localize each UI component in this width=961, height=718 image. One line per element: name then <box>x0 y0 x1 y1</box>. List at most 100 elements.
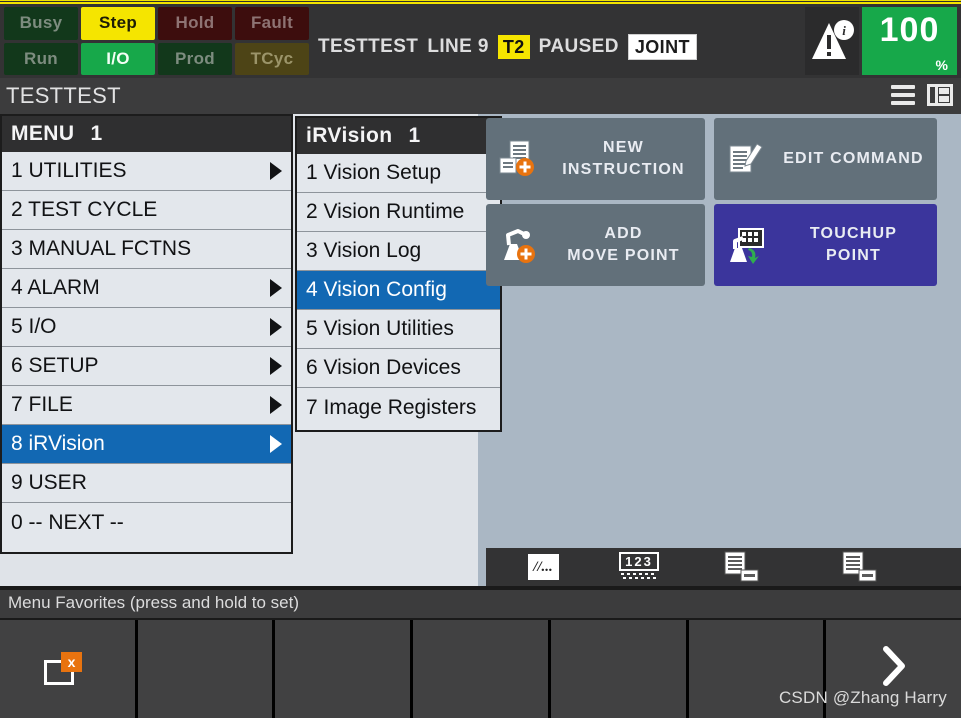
clear-favorite-x-label: x <box>61 652 82 672</box>
add-move-point-label: ADD MOVE POINT <box>548 223 705 267</box>
favorites-row: x CSDN @Zhang Harry <box>0 620 961 718</box>
edit-command-line1: EDIT COMMAND <box>783 150 924 167</box>
menu-item-label: 8 iRVision <box>11 432 105 455</box>
main-body: MENU 1 1 UTILITIES 2 TEST CYCLE 3 MANUAL… <box>0 114 961 586</box>
submenu-item-label: 1 Vision Setup <box>306 161 442 184</box>
menu-item-io[interactable]: 5 I/O <box>2 308 291 347</box>
status-mode-badge: T2 <box>497 35 530 59</box>
chevron-right-icon <box>882 646 905 686</box>
favorite-slot-1[interactable]: x <box>0 620 135 718</box>
speed-override-value: 100 <box>879 11 940 49</box>
numeric-keypad-icon: 123 <box>619 552 659 582</box>
chevron-right-icon <box>270 279 282 297</box>
menu-item-label: 5 I/O <box>11 315 57 338</box>
favorites-label-bar: Menu Favorites (press and hold to set) <box>0 590 961 618</box>
menu-item-test-cycle[interactable]: 2 TEST CYCLE <box>2 191 291 230</box>
chevron-right-icon <box>270 396 282 414</box>
edit-command-label: EDIT COMMAND <box>776 148 937 170</box>
speed-override[interactable]: 100 % <box>862 7 957 75</box>
add-move-point-icon <box>486 224 548 266</box>
submenu-item-label: 6 Vision Devices <box>306 356 461 379</box>
menu-item-label: 4 ALARM <box>11 276 100 299</box>
status-coord-badge[interactable]: JOINT <box>627 34 697 60</box>
insert-line-button[interactable] <box>708 548 778 586</box>
touchup-point-icon <box>714 224 776 266</box>
menu-item-label: 1 UTILITIES <box>11 159 127 182</box>
menu-panel-header: MENU 1 <box>2 116 291 152</box>
touchup-point-label: TOUCHUP POINT <box>776 223 937 267</box>
menu-item-user[interactable]: 9 USER <box>2 464 291 503</box>
title-bar: TESTTEST <box>0 78 961 114</box>
favorite-slot-3[interactable] <box>275 620 411 718</box>
edit-command-icon <box>714 138 776 180</box>
menu-item-label: 7 FILE <box>11 393 73 416</box>
touchup-point-line1: TOUCHUP <box>809 225 898 242</box>
status-led-grid: Busy Step Hold Fault Run I/O Prod TCyc <box>4 7 309 75</box>
menu-item-alarm[interactable]: 4 ALARM <box>2 269 291 308</box>
chevron-right-icon <box>270 162 282 180</box>
favorite-slot-5[interactable] <box>550 620 686 718</box>
svg-text:i: i <box>842 23 846 38</box>
alarm-indicator[interactable]: i <box>805 7 859 75</box>
submenu-item-vision-utilities[interactable]: 5 Vision Utilities <box>297 310 500 349</box>
status-led-hold: Hold <box>158 7 232 40</box>
menu-item-next[interactable]: 0 -- NEXT -- <box>2 503 291 542</box>
watermark-text: CSDN @Zhang Harry <box>778 688 947 707</box>
edit-command-button[interactable]: EDIT COMMAND <box>714 118 937 200</box>
status-led-io: I/O <box>81 42 155 75</box>
append-line-icon <box>842 551 877 582</box>
append-line-button[interactable] <box>826 548 896 586</box>
irvision-submenu-panel: iRVision 1 1 Vision Setup 2 Vision Runti… <box>295 116 502 432</box>
menu-item-label: 2 TEST CYCLE <box>11 198 158 221</box>
status-led-tcyc: TCyc <box>235 42 309 75</box>
submenu-item-vision-config[interactable]: 4 Vision Config <box>297 271 500 310</box>
status-led-prod: Prod <box>158 42 232 75</box>
chevron-right-icon <box>270 318 282 336</box>
action-button-group: NEW INSTRUCTION EDIT COMMAND ADD MOVE PO… <box>486 114 961 294</box>
favorite-slot-2[interactable] <box>137 620 273 718</box>
status-run-state: PAUSED <box>538 36 619 57</box>
warning-info-icon: i <box>812 20 854 59</box>
new-instruction-button[interactable]: NEW INSTRUCTION <box>486 118 705 200</box>
submenu-item-label: 7 Image Registers <box>306 395 477 419</box>
numeric-keypad-label: 123 <box>619 552 659 571</box>
status-led-fault: Fault <box>235 7 309 40</box>
favorites-next-page-button[interactable]: CSDN @Zhang Harry <box>779 620 961 718</box>
menu-item-setup[interactable]: 6 SETUP <box>2 347 291 386</box>
hamburger-icon[interactable] <box>891 85 915 105</box>
add-move-point-button[interactable]: ADD MOVE POINT <box>486 204 705 286</box>
touchup-point-button[interactable]: TOUCHUP POINT <box>714 204 937 286</box>
chevron-right-icon <box>270 357 282 375</box>
menu-item-label: 3 MANUAL FCTNS <box>11 237 192 260</box>
status-text-line: TESTTEST LINE 9 T2 PAUSED JOINT <box>318 34 697 60</box>
chevron-right-icon <box>270 435 282 453</box>
page-title: TESTTEST <box>6 83 121 108</box>
menu-item-utilities[interactable]: 1 UTILITIES <box>2 152 291 191</box>
new-instruction-line2: INSTRUCTION <box>562 161 685 178</box>
menu-panel: MENU 1 1 UTILITIES 2 TEST CYCLE 3 MANUAL… <box>0 114 293 554</box>
submenu-item-image-registers[interactable]: 7 Image Registers <box>297 388 500 427</box>
status-led-busy: Busy <box>4 7 78 40</box>
menu-item-irvision[interactable]: 8 iRVision <box>2 425 291 464</box>
submenu-item-vision-log[interactable]: 3 Vision Log <box>297 232 500 271</box>
touchup-point-line2: POINT <box>826 247 881 264</box>
submenu-item-label: 5 Vision Utilities <box>306 317 454 340</box>
screen-layout-icon[interactable] <box>927 84 953 106</box>
submenu-item-label: 2 Vision Runtime <box>306 200 465 223</box>
submenu-item-vision-runtime[interactable]: 2 Vision Runtime <box>297 193 500 232</box>
submenu-item-vision-devices[interactable]: 6 Vision Devices <box>297 349 500 388</box>
submenu-panel-header: iRVision 1 <box>297 118 500 154</box>
new-instruction-label: NEW INSTRUCTION <box>548 137 705 181</box>
status-led-step: Step <box>81 7 155 40</box>
numeric-tool-button[interactable]: 123 <box>604 548 674 586</box>
new-instruction-line1: NEW <box>603 139 644 156</box>
add-move-point-line1: ADD <box>604 225 643 242</box>
new-instruction-icon <box>486 138 548 180</box>
favorite-slot-4[interactable] <box>413 620 548 718</box>
menu-item-label: 9 USER <box>11 471 87 494</box>
menu-item-file[interactable]: 7 FILE <box>2 386 291 425</box>
menu-item-manual-fctns[interactable]: 3 MANUAL FCTNS <box>2 230 291 269</box>
menu-item-label: 0 -- NEXT -- <box>11 510 124 534</box>
comment-tool-button[interactable]: //... <box>508 548 578 586</box>
submenu-item-vision-setup[interactable]: 1 Vision Setup <box>297 154 500 193</box>
